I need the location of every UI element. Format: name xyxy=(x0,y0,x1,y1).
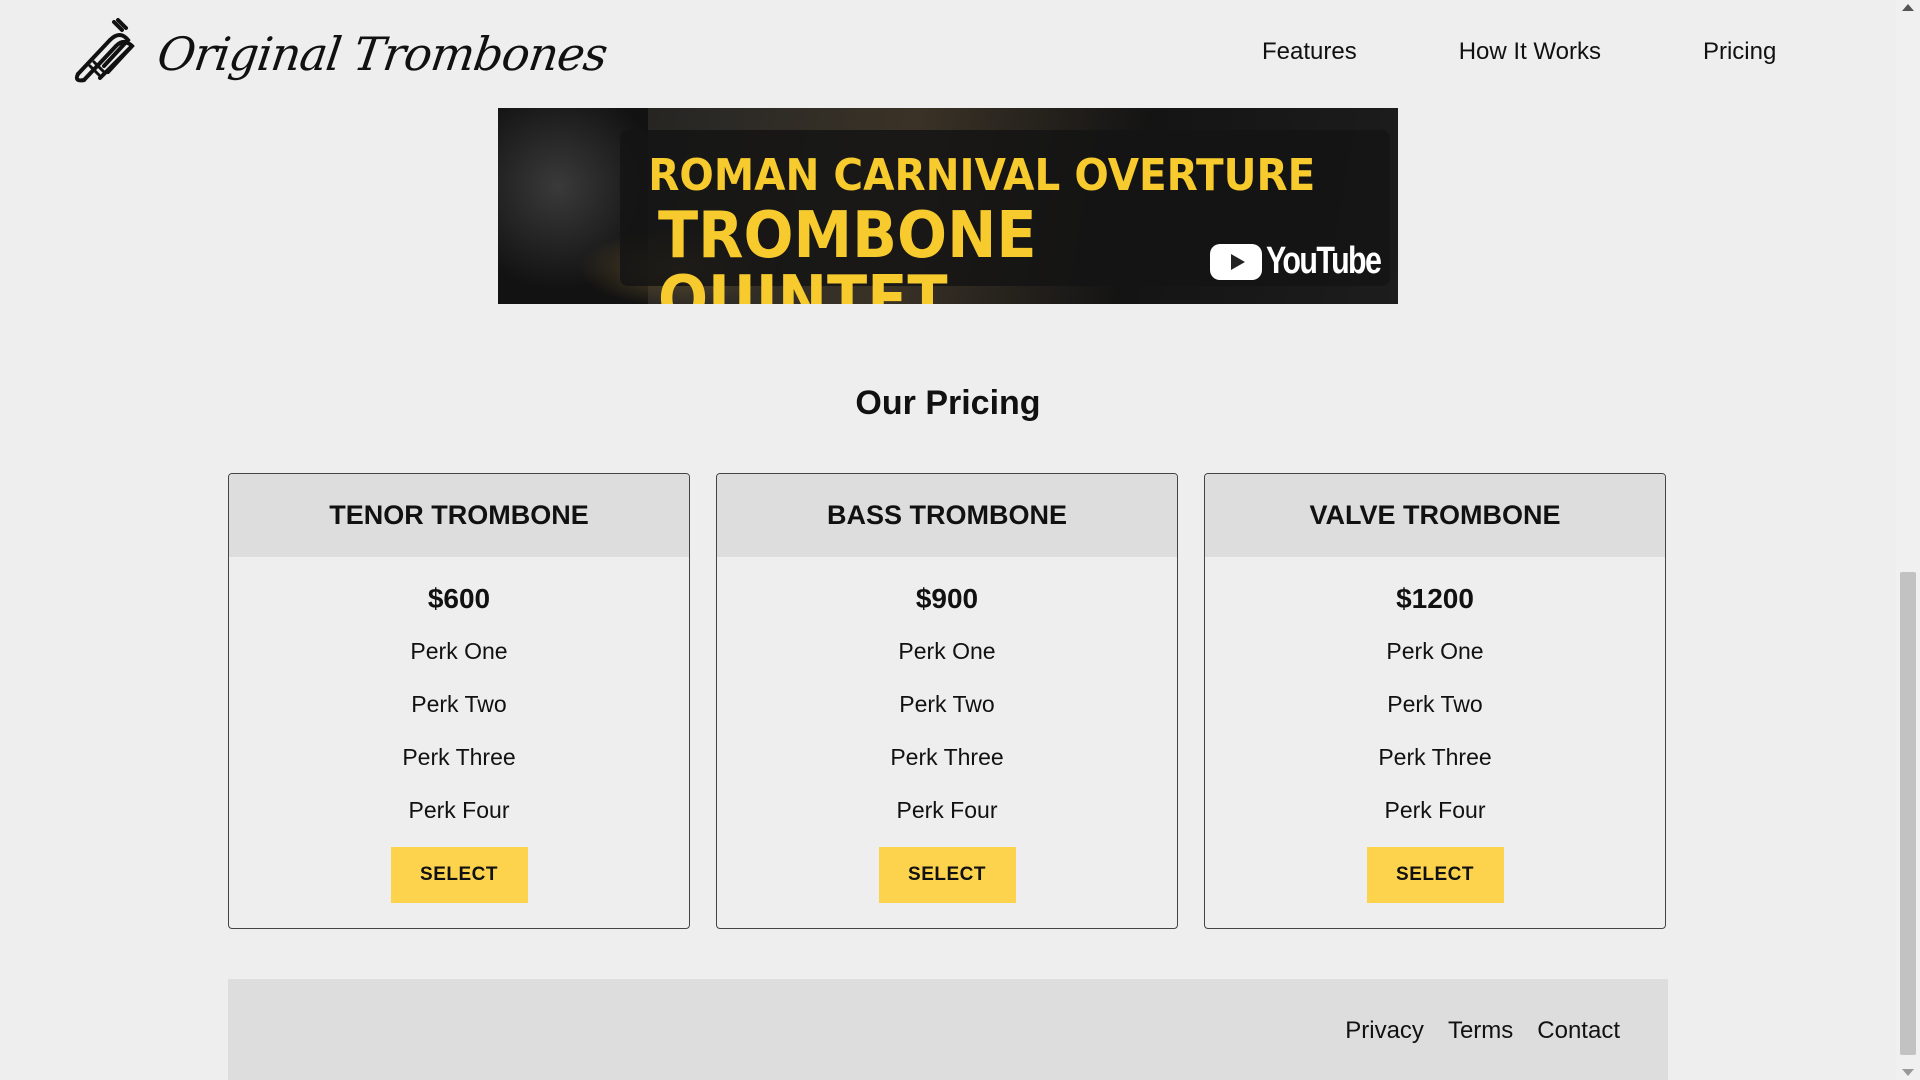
perk-list: Perk One Perk Two Perk Three Perk Four xyxy=(229,625,689,837)
pricing-card-tenor: TENOR TROMBONE $600 Perk One Perk Two Pe… xyxy=(228,473,690,929)
scroll-up-arrow-icon[interactable] xyxy=(1902,4,1914,11)
perk-item: Perk Two xyxy=(411,691,507,717)
pricing-cards: TENOR TROMBONE $600 Perk One Perk Two Pe… xyxy=(228,473,1666,929)
perk-item: Perk Two xyxy=(899,691,995,717)
site-header: Original Trombones Features How It Works… xyxy=(0,0,1896,108)
footer-link-contact[interactable]: Contact xyxy=(1537,1017,1620,1045)
perk-item: Perk Three xyxy=(890,744,1004,770)
perk-item: Perk Three xyxy=(402,744,516,770)
perk-list: Perk One Perk Two Perk Three Perk Four xyxy=(1205,625,1665,837)
perk-list: Perk One Perk Two Perk Three Perk Four xyxy=(717,625,1177,837)
perk-item: Perk Two xyxy=(1387,691,1483,717)
plan-name: BASS TROMBONE xyxy=(717,474,1177,557)
brand-name: Original Trombones xyxy=(154,27,611,81)
footer-link-terms[interactable]: Terms xyxy=(1448,1017,1513,1045)
main-nav: Features How It Works Pricing xyxy=(1262,38,1776,66)
site-footer: Privacy Terms Contact xyxy=(228,979,1668,1080)
video-title-line-1: ROMAN CARNIVAL OVERTURE xyxy=(648,150,1316,201)
plan-price: $600 xyxy=(427,583,491,614)
plan-price: $1200 xyxy=(1396,583,1474,614)
perk-item: Perk One xyxy=(410,638,508,664)
select-bass-button[interactable]: SELECT xyxy=(878,847,1016,903)
perk-item: Perk One xyxy=(1386,638,1484,664)
page-scrollbar[interactable] xyxy=(1896,0,1920,1080)
scrollbar-thumb[interactable] xyxy=(1900,572,1916,1055)
nav-link-features[interactable]: Features xyxy=(1262,38,1357,66)
youtube-label: YouTube xyxy=(1266,240,1382,282)
perk-item: Perk One xyxy=(898,638,996,664)
perk-item: Perk Four xyxy=(408,797,510,823)
youtube-play-icon xyxy=(1210,243,1262,280)
trombone-icon xyxy=(74,18,135,83)
plan-price: $900 xyxy=(915,583,979,614)
pricing-card-bass: BASS TROMBONE $900 Perk One Perk Two Per… xyxy=(716,473,1178,929)
youtube-watermark[interactable]: YouTube xyxy=(1210,240,1398,283)
plan-name: TENOR TROMBONE xyxy=(229,474,689,557)
video-embed[interactable]: ROMAN CARNIVAL OVERTURE TROMBONE QUINTET… xyxy=(498,108,1398,304)
plan-name: VALVE TROMBONE xyxy=(1205,474,1665,557)
nav-link-pricing[interactable]: Pricing xyxy=(1703,38,1776,66)
pricing-card-valve: VALVE TROMBONE $1200 Perk One Perk Two P… xyxy=(1204,473,1666,929)
scroll-down-arrow-icon[interactable] xyxy=(1902,1069,1914,1076)
logo[interactable]: Original Trombones xyxy=(70,18,611,90)
perk-item: Perk Three xyxy=(1378,744,1492,770)
nav-link-how-it-works[interactable]: How It Works xyxy=(1459,38,1601,66)
select-tenor-button[interactable]: SELECT xyxy=(390,847,528,903)
footer-links: Privacy Terms Contact xyxy=(1321,1017,1620,1045)
footer-link-privacy[interactable]: Privacy xyxy=(1345,1017,1424,1045)
select-valve-button[interactable]: SELECT xyxy=(1366,847,1504,903)
perk-item: Perk Four xyxy=(896,797,998,823)
perk-item: Perk Four xyxy=(1384,797,1486,823)
pricing-title: Our Pricing xyxy=(855,384,1041,422)
